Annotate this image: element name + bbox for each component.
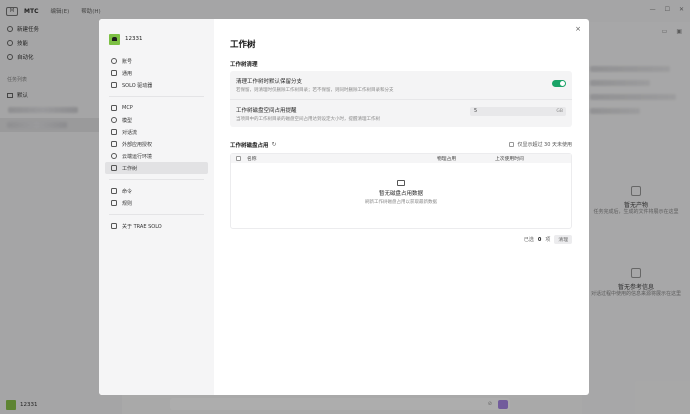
refresh-icon[interactable]: ↻ (272, 141, 277, 148)
disk-alert-desc: 当项目中的工作树目录的磁盘空间占用达到设定大小时，提醒清理工作树 (236, 117, 380, 122)
keep-branch-label: 清理工作树时默认保留分支 (236, 79, 303, 85)
divider (109, 179, 204, 180)
settings-nav-command[interactable]: 命令 (105, 185, 208, 197)
keep-branch-toggle[interactable] (552, 80, 566, 87)
solo-icon (111, 82, 117, 88)
settings-nav-about[interactable]: 关于 TRAE SOLO (105, 220, 208, 232)
settings-nav-model[interactable]: 模型 (105, 114, 208, 126)
settings-content: × 工作树 工作树清理 清理工作树时默认保留分支 若保留，则清理时仅删除工作树目… (214, 19, 589, 395)
col-size: 物理占用 (437, 157, 457, 162)
rules-icon (111, 200, 117, 206)
divider (109, 96, 204, 97)
selected-label: 已选 (523, 237, 534, 243)
worktree-icon (111, 165, 117, 171)
settings-nav-mcp[interactable]: MCP (105, 102, 208, 114)
settings-nav-cloud[interactable]: 云端运行环境 (105, 150, 208, 162)
usage-header: 工作树磁盘占用 ↻ 仅显示超过 30 天未使用 (230, 140, 572, 149)
command-icon (111, 188, 117, 194)
usage-title: 工作树磁盘占用 (230, 142, 269, 149)
settings-nav-solo[interactable]: SOLO 驱动器 (105, 79, 208, 91)
settings-nav-rules[interactable]: 规则 (105, 197, 208, 209)
archive-icon (397, 180, 405, 186)
settings-nav-account[interactable]: 账号 (105, 55, 208, 67)
cleanup-button[interactable]: 清理 (554, 235, 572, 244)
col-last-used: 上次使用时间 (495, 157, 524, 162)
account-icon (111, 58, 117, 64)
divider (109, 214, 204, 215)
table-header: 名称 物理占用 上次使用时间 (231, 154, 571, 163)
close-icon[interactable]: × (575, 25, 581, 33)
settings-sidebar: 12331 账号 通用 SOLO 驱动器 MCP 模型 对话流 外部应用授权 云… (99, 19, 214, 395)
settings-nav-dialog[interactable]: 对话流 (105, 126, 208, 138)
disk-alert-unit: GB (556, 109, 563, 114)
settings-nav-external-auth[interactable]: 外部应用授权 (105, 138, 208, 150)
cloud-icon (111, 153, 117, 159)
keep-branch-row: 清理工作树时默认保留分支 若保留，则清理时仅删除工作树目录；若不保留，则同时删除… (230, 71, 572, 99)
settings-nav-general[interactable]: 通用 (105, 67, 208, 79)
empty-state: 暂无磁盘占用数据 刷新工作树磁盘占用以获取最新数据 (231, 163, 571, 205)
avatar (109, 33, 120, 45)
settings-user: 12331 (99, 33, 214, 45)
selected-unit: 项 (545, 237, 551, 243)
external-auth-icon (111, 141, 117, 147)
cleanup-card: 清理工作树时默认保留分支 若保留，则清理时仅删除工作树目录；若不保留，则同时删除… (230, 71, 572, 127)
empty-desc: 刷新工作树磁盘占用以获取最新数据 (365, 200, 437, 205)
page-title: 工作树 (230, 40, 256, 50)
cleanup-section-title: 工作树清理 (230, 62, 258, 68)
select-all-checkbox[interactable] (236, 156, 241, 161)
disk-alert-input[interactable]: 5 GB (470, 107, 566, 116)
selected-count: 0 (537, 236, 542, 243)
dialog-icon (111, 129, 117, 135)
mcp-icon (111, 105, 117, 111)
disk-alert-row: 工作树磁盘空间占用提醒 当项目中的工作树目录的磁盘空间占用达到设定大小时，提醒清… (230, 99, 572, 127)
usage-table: 名称 物理占用 上次使用时间 暂无磁盘占用数据 刷新工作树磁盘占用以获取最新数据 (230, 153, 572, 229)
model-icon (111, 117, 117, 123)
filter-checkbox[interactable] (509, 142, 515, 147)
settings-modal: 12331 账号 通用 SOLO 驱动器 MCP 模型 对话流 外部应用授权 云… (99, 19, 589, 395)
col-name: 名称 (247, 157, 257, 162)
about-icon (111, 223, 117, 229)
empty-title: 暂无磁盘占用数据 (378, 191, 423, 197)
general-icon (111, 70, 117, 76)
unused-30-days-filter[interactable]: 仅显示超过 30 天未使用 (509, 141, 572, 148)
table-footer: 已选 0 项 清理 (230, 235, 572, 244)
settings-nav-worktree[interactable]: 工作树 (105, 162, 208, 174)
keep-branch-desc: 若保留，则清理时仅删除工作树目录；若不保留，则同时删除工作树目录和分支 (236, 88, 394, 93)
